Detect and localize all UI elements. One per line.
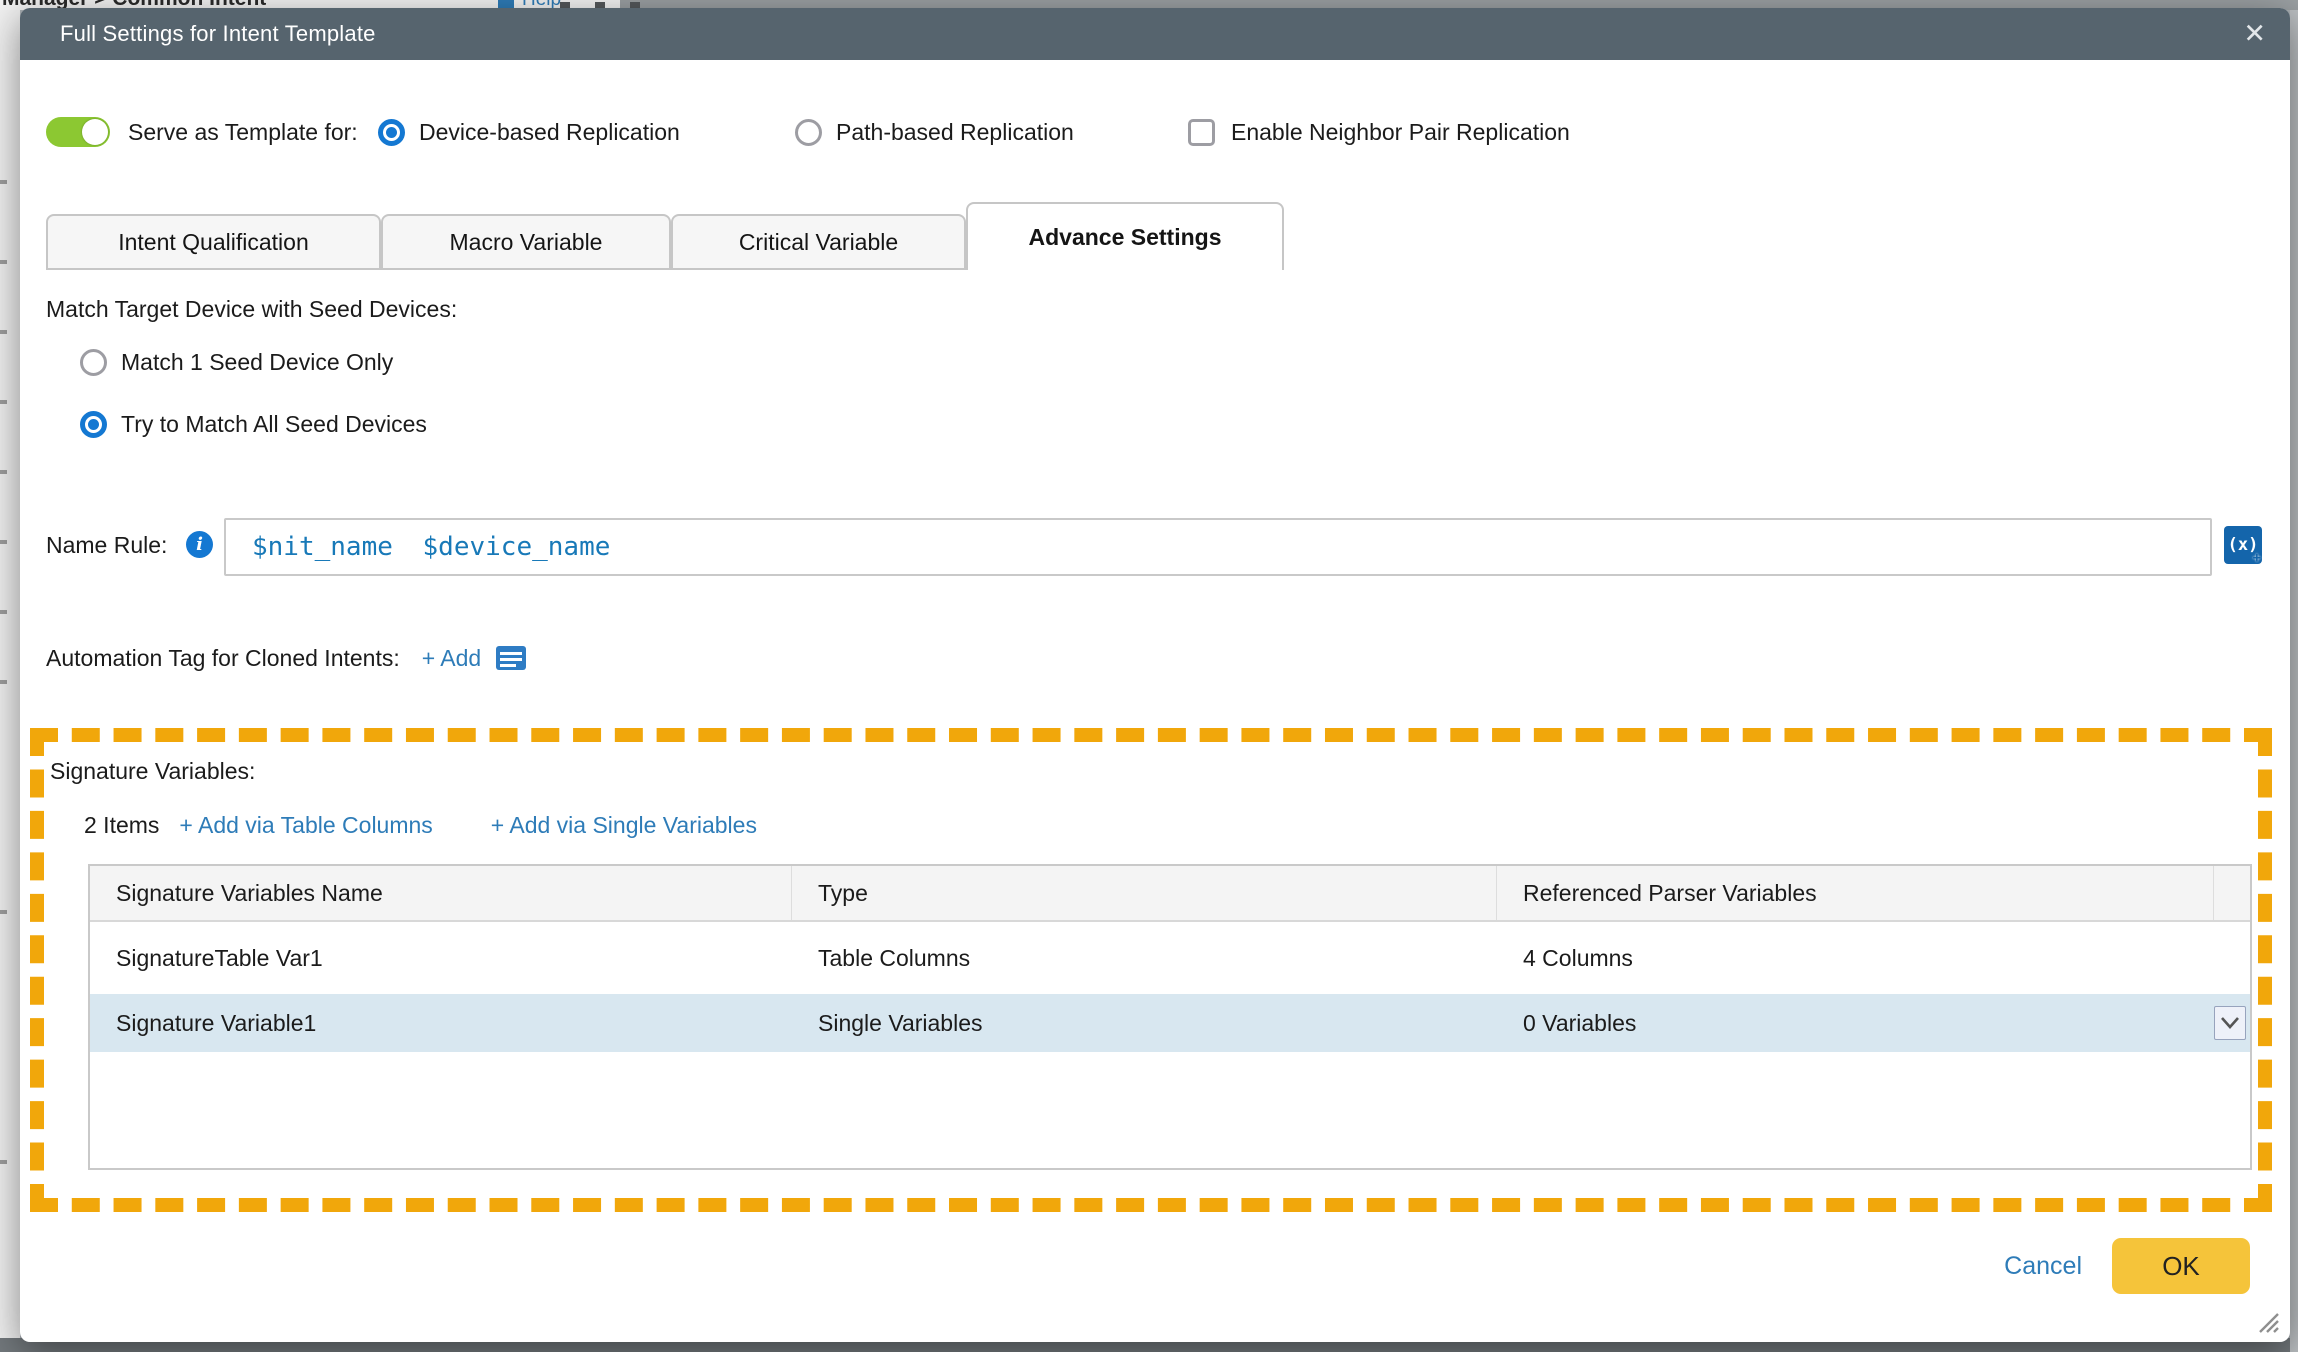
serve-toggle-group: Serve as Template for: (46, 112, 358, 152)
cancel-button[interactable]: Cancel (2004, 1252, 2082, 1281)
row-expand-button[interactable] (2214, 1006, 2246, 1040)
row-referenced: 0 Variables (1497, 1010, 2214, 1037)
match-one-seed-option[interactable]: Match 1 Seed Device Only (80, 349, 393, 376)
chevron-down-icon (2220, 1016, 2240, 1030)
dialog-titlebar: Full Settings for Intent Template ✕ (20, 8, 2290, 60)
neighbor-pair-label: Enable Neighbor Pair Replication (1231, 119, 1570, 146)
table-row-selected[interactable]: Signature Variable1 Single Variables 0 V… (90, 994, 2250, 1052)
signature-variables-table: Signature Variables Name Type Referenced… (88, 864, 2252, 1170)
tag-list-icon[interactable] (495, 645, 527, 671)
header-name: Signature Variables Name (90, 866, 792, 920)
table-header-row: Signature Variables Name Type Referenced… (90, 866, 2250, 922)
signature-variables-label: Signature Variables: (50, 758, 255, 785)
path-replication-label: Path-based Replication (836, 119, 1074, 146)
resize-grip-icon[interactable] (2254, 1308, 2280, 1334)
row-type: Table Columns (792, 945, 1497, 972)
background-page-left-strip (0, 10, 20, 1352)
serve-template-label: Serve as Template for: (128, 119, 358, 146)
tab-advance-settings[interactable]: Advance Settings (966, 202, 1284, 270)
radio-unselected-icon[interactable] (80, 349, 107, 376)
automation-tag-row: Automation Tag for Cloned Intents: + Add (46, 640, 527, 676)
toggle-knob (82, 119, 108, 145)
name-rule-label: Name Rule: (46, 532, 167, 559)
full-settings-dialog: Full Settings for Intent Template ✕ Serv… (20, 8, 2290, 1342)
dialog-title: Full Settings for Intent Template (60, 21, 376, 47)
ok-button[interactable]: OK (2112, 1238, 2250, 1294)
background-page-right-strip (2290, 10, 2298, 1352)
header-type: Type (792, 866, 1497, 920)
checkbox-icon[interactable] (1188, 119, 1215, 146)
row-name: SignatureTable Var1 (90, 945, 792, 972)
name-rule-input[interactable] (224, 518, 2212, 576)
signature-toolbar: 2 Items + Add via Table Columns + Add vi… (84, 812, 757, 839)
row-actions (2214, 1006, 2250, 1040)
row-type: Single Variables (792, 1010, 1497, 1037)
automation-tag-label: Automation Tag for Cloned Intents: (46, 645, 400, 672)
match-section-label: Match Target Device with Seed Devices: (46, 296, 457, 323)
table-row[interactable]: SignatureTable Var1 Table Columns 4 Colu… (90, 922, 2250, 994)
signature-variables-section: Signature Variables: 2 Items + Add via T… (30, 728, 2272, 1212)
serve-template-toggle[interactable] (46, 117, 110, 147)
device-replication-option[interactable]: Device-based Replication (378, 112, 680, 152)
add-tag-link[interactable]: + Add (422, 645, 481, 672)
row-referenced: 4 Columns (1497, 945, 2214, 972)
add-via-table-columns-link[interactable]: + Add via Table Columns (179, 812, 432, 839)
tab-intent-qualification[interactable]: Intent Qualification (46, 214, 381, 270)
tab-macro-variable[interactable]: Macro Variable (381, 214, 671, 270)
add-via-single-variables-link[interactable]: + Add via Single Variables (491, 812, 757, 839)
row-name: Signature Variable1 (90, 1010, 792, 1037)
info-icon[interactable]: i (186, 531, 213, 558)
tab-critical-variable[interactable]: Critical Variable (671, 214, 966, 270)
device-replication-label: Device-based Replication (419, 119, 680, 146)
match-all-seed-option[interactable]: Try to Match All Seed Devices (80, 411, 427, 438)
neighbor-pair-option[interactable]: Enable Neighbor Pair Replication (1188, 112, 1570, 152)
items-count: 2 Items (84, 812, 159, 839)
plus-glyph: + (2253, 550, 2261, 566)
close-icon[interactable]: ✕ (2243, 21, 2266, 48)
insert-variable-icon[interactable]: (x) + (2224, 526, 2262, 564)
radio-selected-icon[interactable] (80, 411, 107, 438)
header-referenced: Referenced Parser Variables (1497, 866, 2214, 920)
radio-unselected-icon[interactable] (795, 119, 822, 146)
match-all-seed-label: Try to Match All Seed Devices (121, 411, 427, 438)
screen: Manager > Common Intent Help Full Settin… (0, 0, 2298, 1352)
radio-selected-icon[interactable] (378, 119, 405, 146)
header-actions (2214, 866, 2250, 920)
path-replication-option[interactable]: Path-based Replication (795, 112, 1074, 152)
match-one-seed-label: Match 1 Seed Device Only (121, 349, 393, 376)
